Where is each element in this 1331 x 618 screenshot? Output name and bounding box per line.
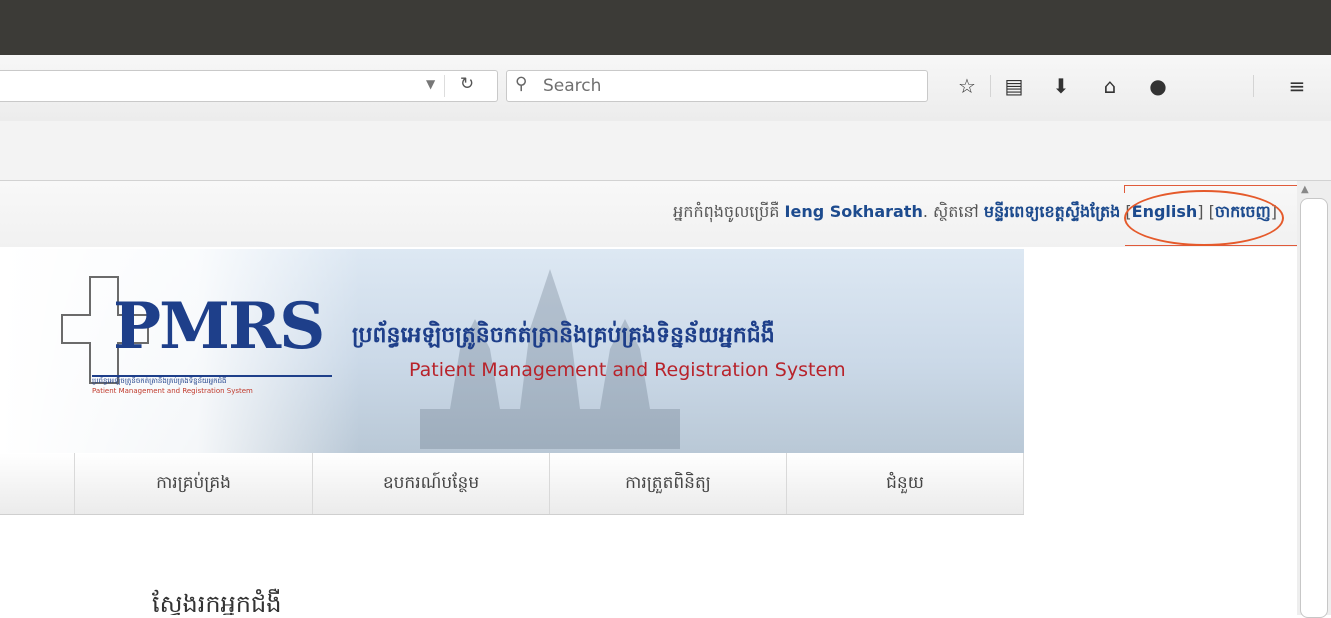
main-menu: ការគ្រប់គ្រង ឧបករណ៍បន្ថែម ការត្រួតពិនិត្… [0, 453, 1024, 515]
menu-item-tools[interactable]: ឧបករណ៍បន្ថែម [313, 453, 550, 514]
reload-icon[interactable]: ↻ [452, 74, 482, 98]
search-icon: ⚲ [515, 74, 528, 94]
search-placeholder: Search [543, 76, 602, 96]
logo-subtitle-khmer: ប្រព័ន្ធអេឡិចត្រូនិចកត់ត្រានិងគ្រប់គ្រងទ… [92, 377, 227, 385]
menu-item-review[interactable]: ការត្រួតពិនិត្យ [550, 453, 787, 514]
logo-subtitle-english: Patient Management and Registration Syst… [92, 387, 253, 395]
download-icon[interactable]: ⬇ [1046, 71, 1076, 101]
system-title-khmer: ប្រព័ន្ធអេឡិចត្រូនិចកត់ត្រានិងគ្រប់គ្រងទ… [352, 323, 775, 348]
logout-highlight-circle [1124, 190, 1284, 246]
highlight-line [1125, 185, 1297, 186]
logged-in-label: អ្នកកំពុងចូលប្រើគឺ [673, 202, 780, 221]
location-label: . ស្ថិតនៅ [922, 202, 979, 221]
scrollbar[interactable]: ▲ [1297, 181, 1331, 618]
scroll-up-icon[interactable]: ▲ [1301, 184, 1313, 196]
window-titlebar [0, 0, 1331, 55]
site-banner: PMRS ប្រព័ន្ធអេឡិចត្រូនិចកត់ត្រានិងគ្រប់… [0, 249, 1024, 453]
home-icon[interactable]: ⌂ [1095, 71, 1125, 101]
url-separator [444, 75, 445, 97]
facility-name: មន្ទីរពេទ្យខេត្តស្ទឹងត្រែង [983, 202, 1121, 221]
toolbar-separator [990, 75, 991, 97]
menu-item-partial[interactable] [0, 453, 75, 514]
scroll-thumb[interactable] [1300, 198, 1328, 618]
chat-icon[interactable]: ● [1143, 71, 1173, 101]
user-name: Ieng Sokharath [784, 202, 923, 221]
bookmarks-toolbar [0, 121, 1331, 181]
menu-item-management[interactable]: ការគ្រប់គ្រង [75, 453, 313, 514]
page-content: អ្នកកំពុងចូលប្រើគឺ Ieng Sokharath. ស្ថិត… [0, 181, 1297, 615]
browser-toolbar: ▼ ↻ ⚲ Search ☆ ▤ ⬇ ⌂ ● ≡ [0, 55, 1331, 121]
url-bar[interactable]: ▼ ↻ [0, 70, 498, 102]
user-info-bar: អ្នកកំពុងចូលប្រើគឺ Ieng Sokharath. ស្ថិត… [0, 181, 1297, 247]
page-title: ស្វែងរកអ្នកជំងឺ [152, 590, 282, 615]
temple-silhouette-image [420, 269, 680, 449]
system-title-english: Patient Management and Registration Syst… [409, 359, 846, 381]
bookmark-star-icon[interactable]: ☆ [952, 71, 982, 101]
url-dropdown-icon[interactable]: ▼ [426, 77, 435, 91]
highlight-line [1124, 185, 1125, 193]
toolbar-separator [1253, 75, 1254, 97]
menu-item-help[interactable]: ជំនួយ [787, 453, 1024, 514]
pmrs-logo-text: PMRS [113, 289, 325, 364]
menu-icon[interactable]: ≡ [1282, 71, 1312, 101]
reading-list-icon[interactable]: ▤ [999, 71, 1029, 101]
search-input[interactable]: ⚲ Search [506, 70, 928, 102]
